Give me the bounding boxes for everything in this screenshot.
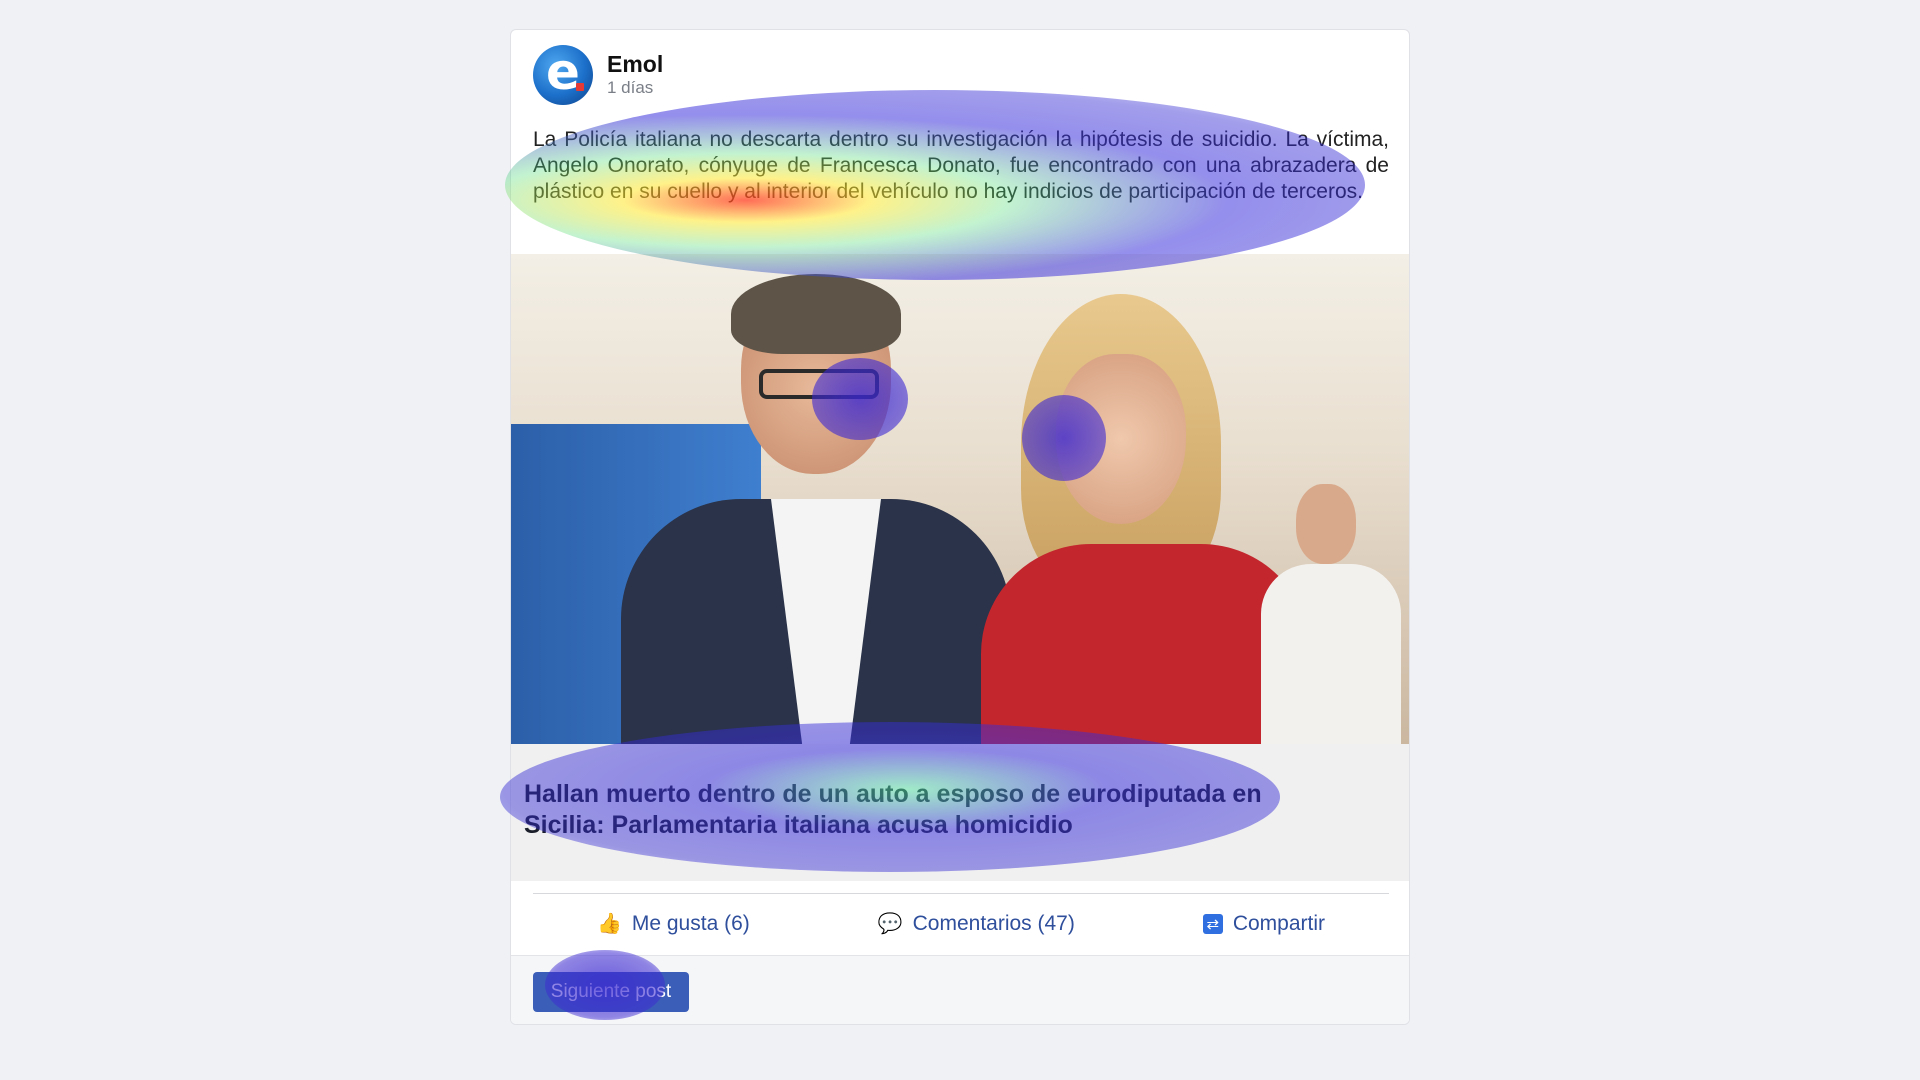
like-button[interactable]: 👍 Me gusta (6): [597, 912, 750, 936]
like-label: Me gusta (6): [631, 912, 750, 935]
logo-letter: e: [546, 43, 580, 101]
post-header: e Emol 1 días: [533, 45, 663, 105]
author-name[interactable]: Emol: [607, 51, 663, 77]
post-photo[interactable]: [511, 254, 1409, 744]
share-button[interactable]: ⇄ Compartir: [1202, 912, 1325, 936]
next-post-button[interactable]: Siguiente post: [533, 972, 689, 1012]
post-text: La Policía italiana no descarta dentro s…: [533, 128, 1389, 203]
share-label: Compartir: [1232, 912, 1325, 935]
emol-logo[interactable]: e: [533, 45, 593, 105]
author-block: Emol 1 días: [607, 51, 663, 99]
bg-person-shirt: [1261, 564, 1401, 744]
man-hair: [731, 274, 901, 354]
post-actions: 👍 Me gusta (6) 💬 Comentarios (47) ⇄ Comp…: [533, 894, 1389, 954]
comments-label: Comentarios (47): [912, 912, 1075, 935]
comments-button[interactable]: 💬 Comentarios (47): [878, 912, 1075, 936]
thumbs-up-icon: 👍: [596, 913, 622, 935]
man-glasses: [759, 369, 879, 399]
post-footer: Siguiente post: [511, 955, 1409, 1024]
photo-background-person: [1251, 484, 1409, 744]
bg-person-head: [1296, 484, 1356, 564]
share-icon: ⇄: [1202, 914, 1223, 934]
link-title[interactable]: Hallan muerto dentro de un auto a esposo…: [524, 779, 1344, 841]
woman-face: [1056, 354, 1186, 524]
speech-bubble-icon: 💬: [877, 913, 903, 935]
photo-man: [581, 274, 1011, 744]
link-preview[interactable]: Hallan muerto dentro de un auto a esposo…: [511, 744, 1409, 881]
post-time: 1 días: [607, 78, 654, 97]
post-card: e Emol 1 días La Policía italiana no des…: [510, 29, 1410, 1025]
logo-dot: [576, 83, 584, 91]
